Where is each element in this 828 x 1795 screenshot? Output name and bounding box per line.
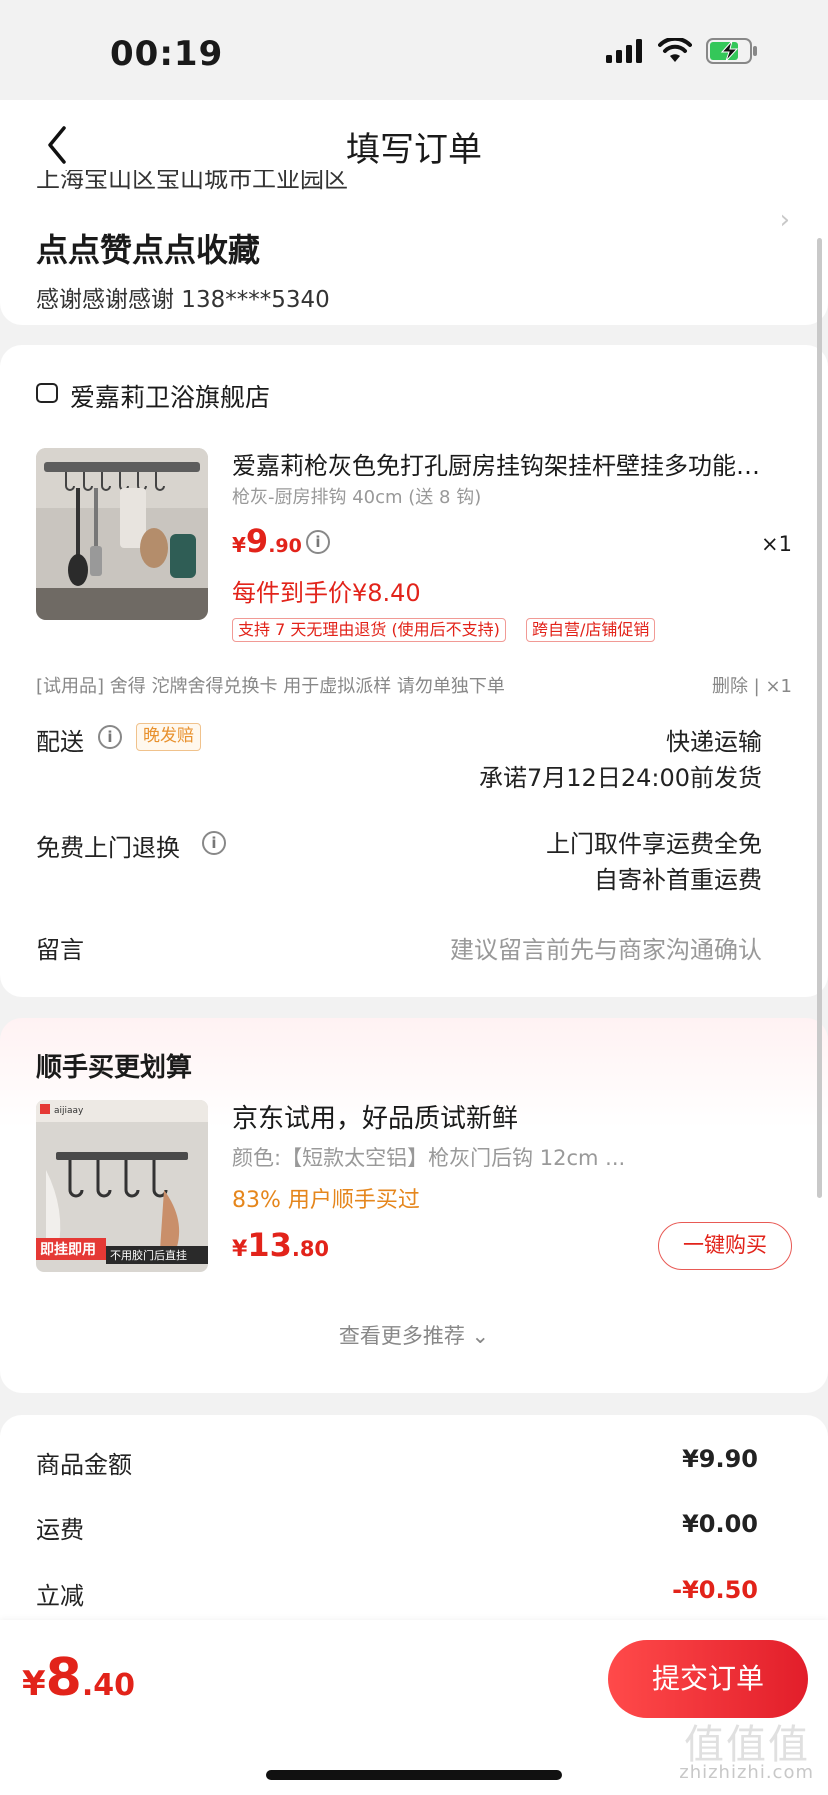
status-icons	[606, 38, 758, 64]
status-time: 00:19	[110, 34, 224, 74]
address-detail: 上海宝山区宝山城市工业园区	[36, 170, 348, 193]
recommend-image-text-1: 即挂即用	[40, 1241, 96, 1258]
message-label: 留言	[36, 936, 84, 964]
summary-shipping-label: 运费	[36, 1516, 84, 1544]
price-decimal: .90	[268, 535, 302, 557]
recommend-price-decimal: .80	[291, 1237, 330, 1261]
more-recommendations-link[interactable]: 查看更多推荐 ⌄	[0, 1320, 828, 1350]
product-image[interactable]	[36, 448, 208, 620]
product-quantity: ×1	[761, 532, 792, 556]
summary-shipping-value: ¥0.00	[682, 1510, 758, 1538]
delivery-method[interactable]: 快递运输	[666, 722, 762, 757]
late-compensation-badge: 晚发赔	[136, 723, 201, 751]
returns-line-2: 自寄补首重运费	[594, 866, 762, 894]
address-name: 点点赞点点收藏	[36, 231, 261, 269]
return-policy-tag: 支持 7 天无理由退货 (使用后不支持)	[232, 618, 506, 642]
summary-discount-label: 立减	[36, 1582, 84, 1610]
total-price: ¥8.40	[22, 1648, 135, 1708]
scrollbar[interactable]	[817, 238, 822, 1198]
summary-goods-value: ¥9.90	[682, 1445, 758, 1473]
wifi-icon	[658, 38, 692, 62]
delivery-info-icon[interactable]: i	[98, 725, 122, 749]
signal-icon	[606, 39, 642, 63]
recommend-item-spec[interactable]: 颜色:【短款太空铝】枪灰门后钩 12cm ...	[232, 1142, 652, 1172]
final-price: 每件到手价¥8.40	[232, 579, 421, 607]
address-contact: 感谢感谢感谢 138****5340	[36, 287, 330, 313]
battery-charging-icon	[706, 38, 757, 64]
recommend-bought-rate: 83% 用户顺手买过	[232, 1188, 420, 1213]
store-name[interactable]: 爱嘉莉卫浴旗舰店	[70, 378, 270, 414]
home-indicator[interactable]	[266, 1770, 562, 1780]
promotion-tag: 跨自营/店铺促销	[526, 618, 656, 642]
returns-line-1: 上门取件享运费全免	[546, 830, 762, 858]
message-input[interactable]: 建议留言前先与商家沟通确认	[450, 930, 762, 965]
order-card	[0, 345, 828, 997]
chevron-right-icon[interactable]: ›	[780, 205, 790, 235]
watermark-text: zhizhizhi.com	[679, 1762, 814, 1783]
store-icon	[36, 383, 58, 403]
product-spec[interactable]: 枪灰-厨房排钩 40cm (送 8 钩)	[232, 483, 481, 509]
page-title: 填写订单	[346, 130, 482, 170]
price-info-icon[interactable]: i	[306, 530, 330, 554]
recommend-title: 顺手买更划算	[36, 1053, 193, 1083]
delivery-promise: 承诺7月12日24:00前发货	[479, 764, 762, 792]
total-symbol: ¥	[22, 1664, 46, 1704]
total-decimal: .40	[81, 1668, 136, 1703]
product-price: ¥9.90	[232, 522, 302, 560]
one-click-buy-button[interactable]: 一键购买	[658, 1222, 792, 1270]
returns-label: 免费上门退换	[36, 834, 180, 862]
recommend-image-brand: aijiaay	[54, 1106, 84, 1116]
submit-order-button[interactable]: 提交订单	[608, 1640, 808, 1718]
trial-item-text: [试用品] 舍得 沱牌舍得兑换卡 用于虚拟派样 请勿单独下单	[36, 676, 505, 697]
recommend-image[interactable]: aijiaay 即挂即用 不用胶门后直挂	[36, 1100, 208, 1272]
recommend-price: ¥13.80	[232, 1226, 329, 1264]
recommend-price-integer: 13	[247, 1226, 292, 1264]
recommend-price-symbol: ¥	[232, 1237, 248, 1262]
delivery-label: 配送	[36, 728, 84, 756]
recommend-image-text-2: 不用胶门后直挂	[110, 1248, 187, 1262]
price-symbol: ¥	[232, 533, 246, 557]
recommend-item-name[interactable]: 京东试用，好品质试新鲜	[232, 1098, 518, 1135]
returns-info-icon[interactable]: i	[202, 831, 226, 855]
product-title[interactable]: 爱嘉莉枪灰色免打孔厨房挂钩架挂杆壁挂多功能…	[232, 446, 792, 481]
summary-discount-value: -¥0.50	[672, 1576, 758, 1604]
trial-delete-action[interactable]: 删除 | ×1	[712, 672, 792, 698]
summary-goods-label: 商品金额	[36, 1451, 132, 1479]
total-integer: 8	[45, 1648, 82, 1708]
price-integer: 9	[245, 522, 269, 560]
